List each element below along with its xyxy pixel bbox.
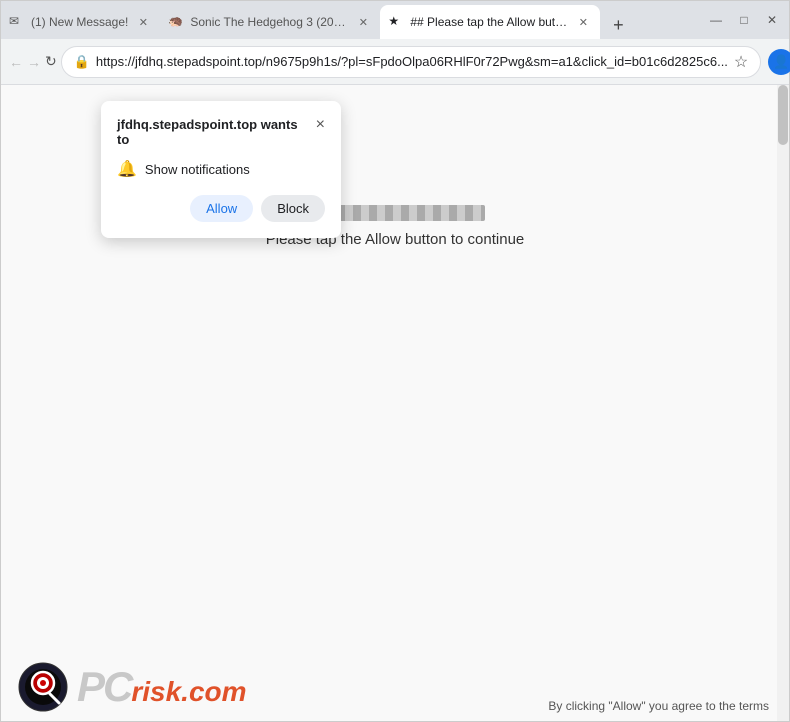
popup-header: jfdhq.stepadspoint.top wants to × (117, 117, 325, 147)
bookmark-icon[interactable]: ☆ (734, 52, 748, 72)
toolbar-icons: 👤 ⋮ (765, 46, 790, 78)
block-button[interactable]: Block (261, 195, 325, 222)
tab-2-favicon: 🦔 (168, 14, 184, 30)
browser-window: ✉ (1) New Message! ✕ 🦔 Sonic The Hedgeho… (0, 0, 790, 722)
url-text: https://jfdhq.stepadspoint.top/n9675p9h1… (96, 54, 728, 69)
popup-permission-row: 🔔 Show notifications (117, 159, 325, 179)
tab-3-close[interactable]: ✕ (574, 13, 592, 31)
tab-2-title: Sonic The Hedgehog 3 (2024)... (190, 15, 348, 29)
logo-risk-text: risk.com (131, 676, 246, 708)
popup-buttons: Allow Block (117, 195, 325, 222)
reload-button[interactable]: ↻ (45, 48, 57, 76)
tab-3[interactable]: ★ ## Please tap the Allow button ✕ (380, 5, 600, 39)
address-input-wrap[interactable]: 🔒 https://jfdhq.stepadspoint.top/n9675p9… (61, 46, 762, 78)
tab-3-favicon: ★ (388, 14, 404, 30)
tab-3-title: ## Please tap the Allow button (410, 15, 568, 29)
lock-icon: 🔒 (74, 54, 90, 70)
logo-text-wrap: PC risk.com (77, 663, 247, 711)
scrollbar[interactable] (777, 85, 789, 721)
close-window-button[interactable]: ✕ (759, 7, 785, 33)
back-button[interactable]: ← (9, 48, 23, 76)
scrollbar-thumb[interactable] (778, 85, 788, 145)
bottom-right-text: By clicking "Allow" you agree to the ter… (548, 699, 769, 713)
profile-button[interactable]: 👤 (765, 46, 790, 78)
notification-popup: jfdhq.stepadspoint.top wants to × 🔔 Show… (101, 101, 341, 238)
window-controls: — □ ✕ (703, 1, 789, 39)
allow-button[interactable]: Allow (190, 195, 253, 222)
permission-text: Show notifications (145, 162, 250, 177)
page-content: jfdhq.stepadspoint.top wants to × 🔔 Show… (1, 85, 789, 721)
bottom-logo: PC risk.com (17, 661, 247, 713)
tab-2[interactable]: 🦔 Sonic The Hedgehog 3 (2024)... ✕ (160, 5, 380, 39)
tab-1-title: (1) New Message! (31, 15, 128, 29)
profile-avatar: 👤 (768, 49, 790, 75)
maximize-button[interactable]: □ (731, 7, 757, 33)
tab-1-close[interactable]: ✕ (134, 13, 152, 31)
logo-pc-text: PC (77, 663, 131, 711)
tab-1-favicon: ✉ (9, 14, 25, 30)
tab-1[interactable]: ✉ (1) New Message! ✕ (1, 5, 160, 39)
address-bar: ← → ↻ 🔒 https://jfdhq.stepadspoint.top/n… (1, 39, 789, 85)
new-tab-button[interactable]: + (604, 11, 632, 39)
popup-title: jfdhq.stepadspoint.top wants to (117, 117, 316, 147)
minimize-button[interactable]: — (703, 7, 729, 33)
bell-icon: 🔔 (117, 159, 137, 179)
pcrisk-logo-icon (17, 661, 69, 713)
forward-button[interactable]: → (27, 48, 41, 76)
popup-close-button[interactable]: × (316, 117, 325, 133)
tab-2-close[interactable]: ✕ (354, 13, 372, 31)
tab-bar: ✉ (1) New Message! ✕ 🦔 Sonic The Hedgeho… (1, 1, 789, 39)
